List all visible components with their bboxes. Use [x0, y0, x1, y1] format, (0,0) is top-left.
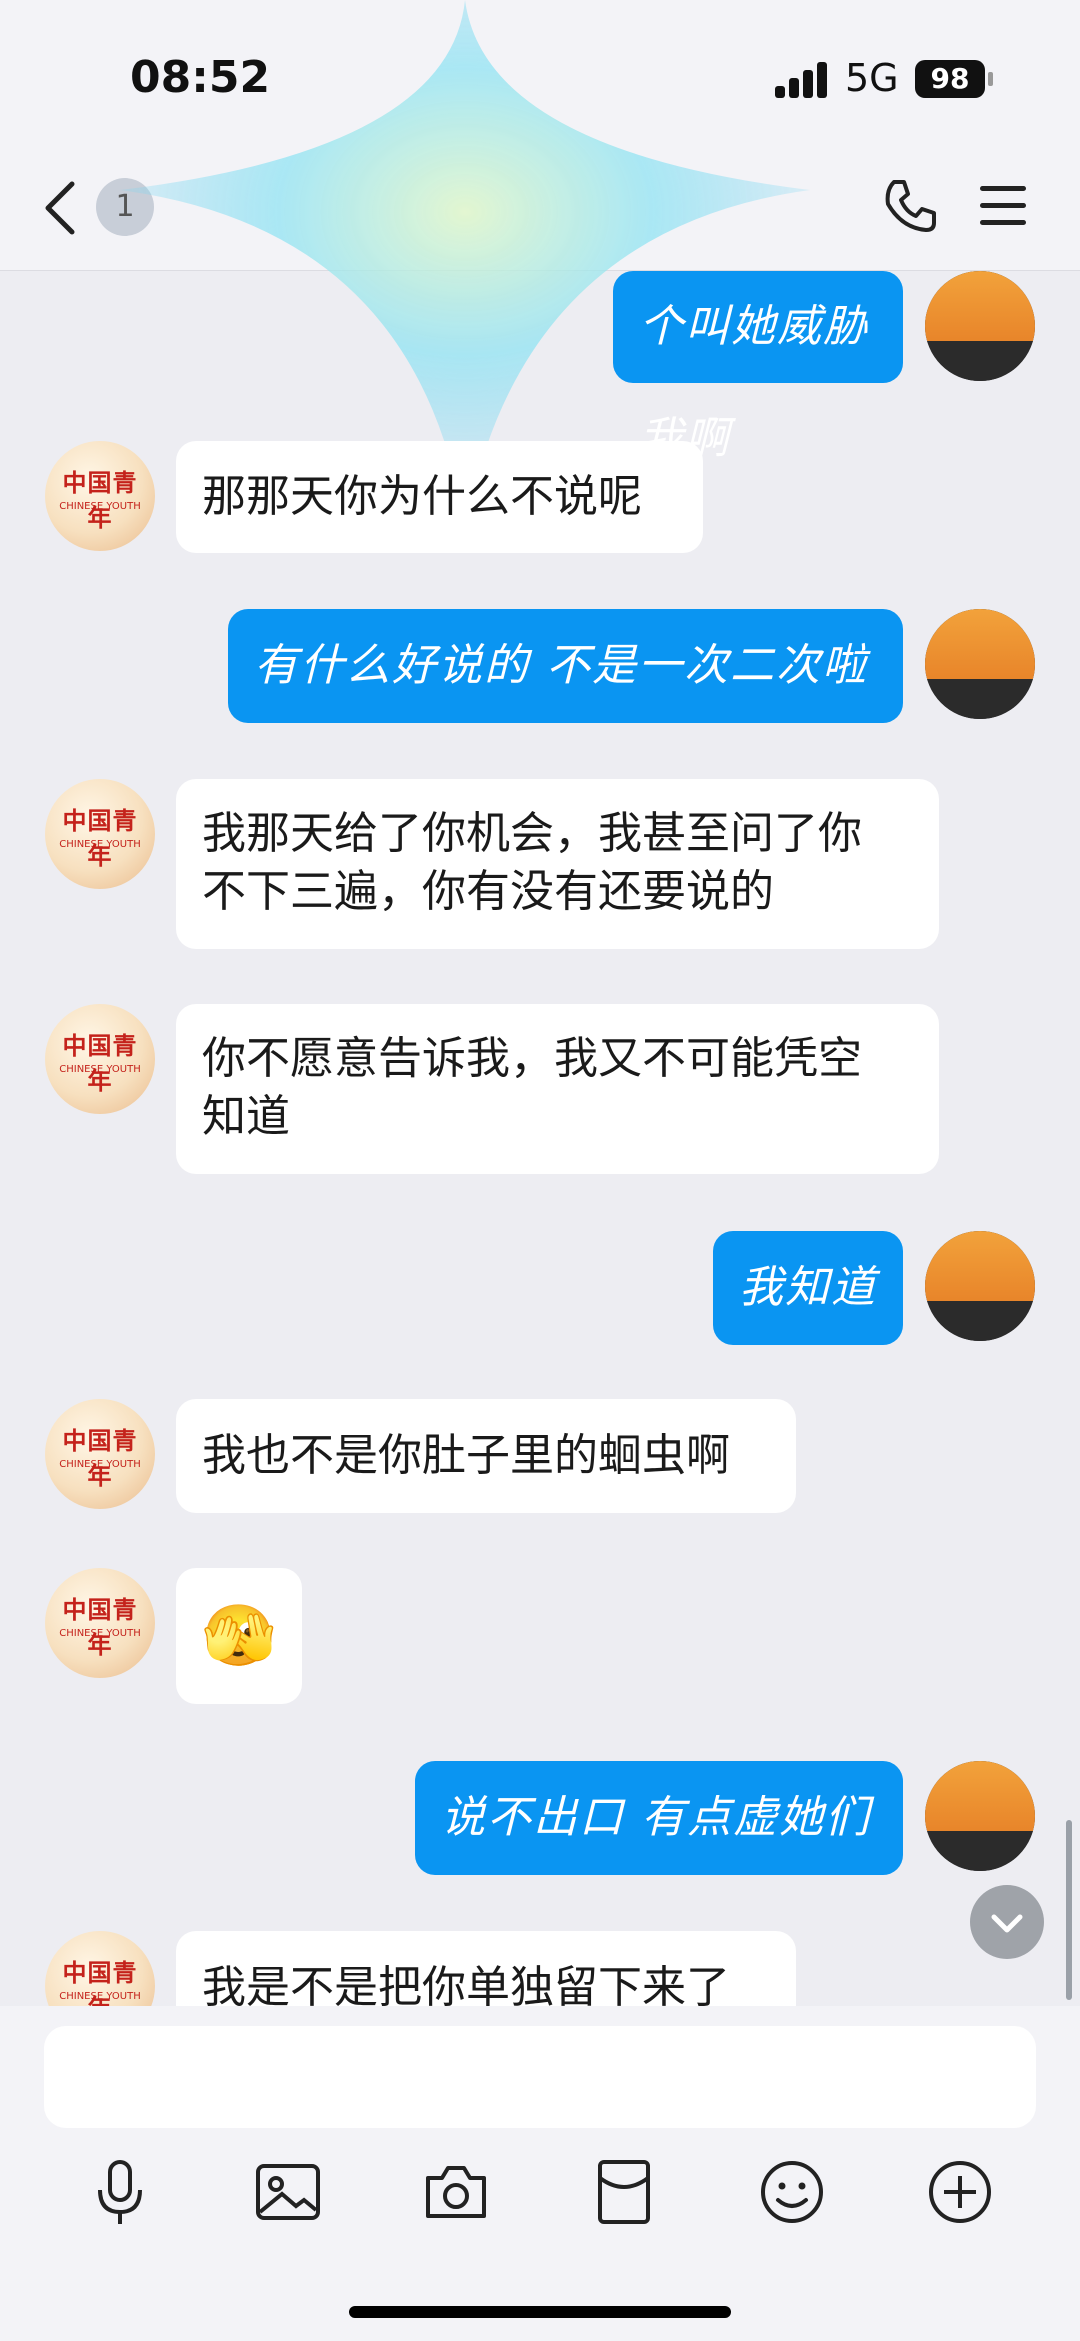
- message-text: 那那天你为什么不说呢: [202, 471, 642, 522]
- unread-count-badge[interactable]: 1: [96, 178, 154, 236]
- microphone-icon[interactable]: [84, 2156, 156, 2228]
- message-text: 说不出口 有点虚她们: [441, 1792, 871, 1843]
- contact-message-bubble[interactable]: 那那天你为什么不说呢: [176, 441, 703, 553]
- my-avatar[interactable]: [925, 271, 1035, 381]
- image-icon[interactable]: [252, 2156, 324, 2228]
- emoji-icon[interactable]: [756, 2156, 828, 2228]
- contact-message-bubble[interactable]: 我也不是你肚子里的蛔虫啊: [176, 1399, 796, 1513]
- my-message-bubble[interactable]: 个叫她威胁我啊: [613, 271, 903, 464]
- contact-avatar[interactable]: 中国青年 CHINESE YOUTH: [45, 1931, 155, 2006]
- status-time: 08:52: [130, 52, 271, 103]
- scroll-to-bottom-button[interactable]: [970, 1885, 1044, 1959]
- contact-avatar[interactable]: 中国青年 CHINESE YOUTH: [45, 1568, 155, 1678]
- contact-avatar[interactable]: 中国青年 CHINESE YOUTH: [45, 1399, 155, 1509]
- message-row: 中国青年 CHINESE YOUTH 我是不是把你单独留下来了: [0, 1931, 1080, 2006]
- chat-header: 1: [0, 150, 1080, 271]
- contact-avatar[interactable]: 中国青年 CHINESE YOUTH: [45, 1004, 155, 1114]
- my-avatar[interactable]: [925, 1761, 1035, 1871]
- contact-message-bubble[interactable]: 🫣: [176, 1568, 302, 1704]
- signal-icon: [775, 60, 835, 98]
- my-avatar[interactable]: [925, 1231, 1035, 1341]
- my-message-bubble[interactable]: 我知道: [713, 1231, 903, 1345]
- avatar-logo-text: 中国青年: [62, 468, 138, 532]
- message-row: 中国青年 CHINESE YOUTH 你不愿意告诉我，我又不可能凭空 知道: [0, 1004, 1080, 1174]
- contact-avatar[interactable]: 中国青年 CHINESE YOUTH: [45, 441, 155, 551]
- input-area: [0, 2006, 1080, 2341]
- message-text-line: 不下三遍，你有没有还要说的: [202, 866, 774, 917]
- message-input[interactable]: [44, 2026, 1036, 2128]
- avatar-logo-text: 中国青年: [62, 1426, 138, 1490]
- message-row: 说不出口 有点虚她们: [0, 1761, 1080, 1881]
- avatar-logo-subtext: CHINESE YOUTH: [59, 1628, 141, 1639]
- status-bar: 08:52 5G 98: [0, 0, 1080, 150]
- message-row: 中国青年 CHINESE YOUTH 那那天你为什么不说呢: [0, 441, 1080, 561]
- avatar-logo-subtext: CHINESE YOUTH: [59, 1991, 141, 2002]
- message-row: 我知道: [0, 1231, 1080, 1351]
- message-row: 中国青年 CHINESE YOUTH 🫣: [0, 1568, 1080, 1708]
- message-text: 我知道: [739, 1262, 877, 1313]
- avatar-logo-text: 中国青年: [62, 1595, 138, 1659]
- home-indicator[interactable]: [349, 2306, 731, 2318]
- message-text-line: 我那天给了你机会，我甚至问了你: [202, 808, 862, 859]
- peeking-face-emoji: 🫣: [201, 1601, 277, 1671]
- message-text: 有什么好说的 不是一次二次啦: [254, 640, 868, 691]
- avatar-logo-text: 中国青年: [62, 1031, 138, 1095]
- chat-message-list[interactable]: 个叫她威胁我啊 中国青年 CHINESE YOUTH 那那天你为什么不说呢 有什…: [0, 271, 1080, 2006]
- contact-message-bubble[interactable]: 我那天给了你机会，我甚至问了你 不下三遍，你有没有还要说的: [176, 779, 939, 949]
- message-text: 个叫她威胁我啊: [639, 301, 869, 464]
- battery-icon: 98: [915, 60, 985, 98]
- chat-scrollbar[interactable]: [1066, 1820, 1072, 2000]
- avatar-logo-subtext: CHINESE YOUTH: [59, 839, 141, 850]
- phone-call-icon[interactable]: [880, 176, 940, 236]
- my-message-bubble[interactable]: 说不出口 有点虚她们: [415, 1761, 903, 1875]
- message-text: 我也不是你肚子里的蛔虫啊: [202, 1430, 730, 1481]
- camera-icon[interactable]: [420, 2156, 492, 2228]
- avatar-logo-subtext: CHINESE YOUTH: [59, 501, 141, 512]
- add-icon[interactable]: [924, 2156, 996, 2228]
- network-type: 5G: [845, 56, 899, 100]
- contact-message-bubble[interactable]: 你不愿意告诉我，我又不可能凭空 知道: [176, 1004, 939, 1174]
- message-row: 中国青年 CHINESE YOUTH 我也不是你肚子里的蛔虫啊: [0, 1399, 1080, 1519]
- input-toolbar: [0, 2156, 1080, 2246]
- message-text: 我是不是把你单独留下来了: [202, 1962, 730, 2006]
- avatar-logo-text: 中国青年: [62, 806, 138, 870]
- battery-tip: [988, 72, 993, 86]
- red-packet-icon[interactable]: [588, 2156, 660, 2228]
- message-text-line: 你不愿意告诉我，我又不可能凭空: [202, 1033, 862, 1084]
- my-avatar[interactable]: [925, 609, 1035, 719]
- message-row: 个叫她威胁我啊: [0, 271, 1080, 464]
- avatar-logo-subtext: CHINESE YOUTH: [59, 1064, 141, 1075]
- contact-message-bubble[interactable]: 我是不是把你单独留下来了: [176, 1931, 796, 2006]
- chevron-down-icon: [991, 1914, 1023, 1933]
- more-menu-icon[interactable]: [980, 186, 1026, 226]
- my-message-bubble[interactable]: 有什么好说的 不是一次二次啦: [228, 609, 903, 723]
- contact-avatar[interactable]: 中国青年 CHINESE YOUTH: [45, 779, 155, 889]
- message-text-line: 知道: [202, 1091, 290, 1142]
- message-row: 有什么好说的 不是一次二次啦: [0, 609, 1080, 729]
- back-arrow-icon[interactable]: [40, 178, 80, 238]
- avatar-logo-subtext: CHINESE YOUTH: [59, 1459, 141, 1470]
- message-row: 中国青年 CHINESE YOUTH 我那天给了你机会，我甚至问了你 不下三遍，…: [0, 779, 1080, 949]
